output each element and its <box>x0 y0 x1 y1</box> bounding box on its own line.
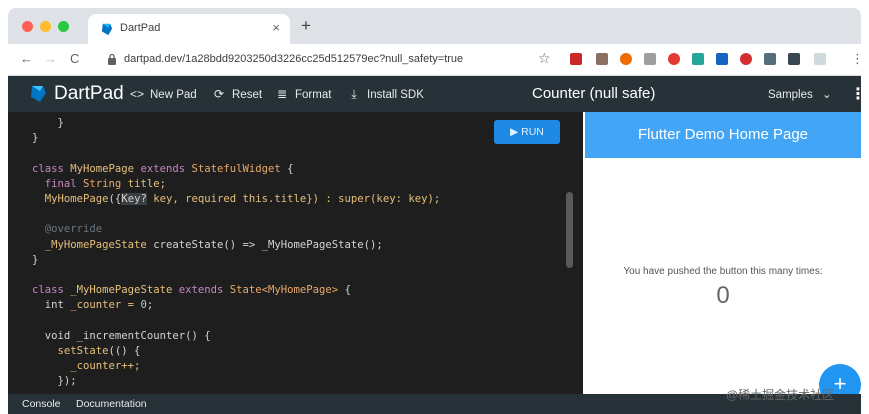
code-token: final <box>32 177 84 190</box>
code-line: _counter++; <box>32 360 141 373</box>
preview-app-bar: Flutter Demo Home Page <box>585 112 861 158</box>
address-bar[interactable]: dartpad.dev/1a28bdd9203250d3226cc25d5125… <box>104 48 534 72</box>
pushed-message: You have pushed the button this many tim… <box>623 266 823 277</box>
browser-menu-icon[interactable]: ⋮ <box>851 51 864 67</box>
code-line: } <box>32 253 39 266</box>
samples-dropdown[interactable]: Samples ⌄ <box>768 87 832 101</box>
code-token: { <box>280 162 294 175</box>
browser-tab-dartpad[interactable]: DartPad × <box>88 14 290 44</box>
code-token: (() { <box>108 345 141 358</box>
reset-label: Reset <box>232 89 263 101</box>
pad-title: Counter (null safe) <box>532 85 656 102</box>
refresh-icon: ⟳ <box>213 87 225 101</box>
extension-pinterest-icon[interactable] <box>740 53 752 65</box>
lock-icon <box>108 54 116 65</box>
forward-button[interactable]: → <box>44 51 57 66</box>
code-token: int <box>32 299 64 312</box>
documentation-tab[interactable]: Documentation <box>76 398 147 410</box>
minimize-window-button[interactable] <box>40 21 51 32</box>
install-sdk-label: Install SDK <box>367 89 424 101</box>
counter-value: 0 <box>716 282 730 309</box>
editor-scrollbar[interactable] <box>566 192 573 268</box>
install-sdk-button[interactable]: ⤓ Install SDK <box>347 87 424 102</box>
code-token: class <box>32 284 71 297</box>
code-token: key, required this.title}) : super(key: … <box>146 193 441 206</box>
dartpad-app-bar: DartPad <> New Pad ⟳ Reset ≣ Format ⤓ Instal… <box>8 76 866 112</box>
code-token: @override <box>32 223 103 236</box>
tab-title: DartPad <box>120 22 161 34</box>
extension-block-icon[interactable] <box>668 53 680 65</box>
code-token: createState() => _MyHomePageState(); <box>146 238 383 251</box>
dartpad-favicon-icon <box>101 23 113 36</box>
bookmark-star-icon[interactable]: ☆ <box>538 50 551 67</box>
close-window-button[interactable] <box>22 21 33 32</box>
extension-profile-icon[interactable] <box>814 53 826 65</box>
extension-reader-icon[interactable] <box>596 53 608 65</box>
code-token: StatefulWidget <box>191 162 281 175</box>
code-token: class <box>32 162 71 175</box>
format-label: Format <box>295 89 332 101</box>
url-text: dartpad.dev/1a28bdd9203250d3226cc25d5125… <box>124 53 464 65</box>
code-token: String <box>83 177 122 190</box>
new-tab-button[interactable]: + <box>301 17 311 34</box>
code-token: _counter = <box>63 299 141 312</box>
reset-button[interactable]: ⟳ Reset <box>212 87 262 101</box>
code-line: } <box>32 132 39 145</box>
dartpad-brand: DartPad <box>54 83 124 104</box>
more-menu-icon[interactable]: ⋮ <box>850 84 866 104</box>
tab-close-icon[interactable]: × <box>272 20 280 35</box>
browser-toolbar: ← → C dartpad.dev/1a28bdd9203250d3226cc2… <box>8 44 864 76</box>
watermark: @稀土掘金技术社区 <box>726 388 835 402</box>
download-icon: ⤓ <box>351 87 357 101</box>
run-button[interactable]: ▶ RUN <box>494 120 560 144</box>
code-icon: <> <box>130 87 145 101</box>
code-token: setState <box>32 345 109 358</box>
code-token: { <box>338 284 351 297</box>
code-line: } <box>32 117 64 129</box>
code-text[interactable]: } } class MyHomePage extends StatefulWid… <box>32 116 440 390</box>
code-token: ({ <box>108 193 122 206</box>
back-button[interactable]: ← <box>20 51 33 66</box>
new-pad-label: New Pad <box>150 89 197 101</box>
extension-heart-icon[interactable] <box>692 53 704 65</box>
code-token: _incrementCounter() { <box>70 329 211 342</box>
code-token: void <box>32 329 71 342</box>
reload-button[interactable]: C <box>70 51 79 66</box>
code-token: _MyHomePageState <box>32 238 147 251</box>
format-button[interactable]: ≣ Format <box>275 87 331 101</box>
code-token: ; <box>146 299 154 312</box>
extension-mail-icon[interactable] <box>570 53 582 65</box>
dartpad-logo-icon <box>31 86 46 102</box>
extension-z-icon[interactable] <box>716 53 728 65</box>
console-tab[interactable]: Console <box>22 398 61 410</box>
flutter-preview: Flutter Demo Home Page You have pushed t… <box>585 112 861 406</box>
maximize-window-button[interactable] <box>58 21 69 32</box>
extension-thumb-icon[interactable] <box>764 53 776 65</box>
preview-title: Flutter Demo Home Page <box>637 126 809 143</box>
extension-orange-icon[interactable] <box>620 53 632 65</box>
code-token: MyHomePage <box>70 162 135 175</box>
samples-label: Samples <box>768 89 813 101</box>
code-token: extends <box>172 284 230 297</box>
code-token: Key? <box>121 193 147 206</box>
code-token: _MyHomePageState <box>70 284 173 297</box>
code-token: title; <box>121 177 166 190</box>
extension-gray-icon[interactable] <box>644 53 656 65</box>
code-token: State<MyHomePage> <box>229 284 339 297</box>
code-token: extends <box>134 162 192 175</box>
code-editor[interactable]: } } class MyHomePage extends StatefulWid… <box>8 112 583 394</box>
format-align-icon: ≣ <box>276 87 288 101</box>
code-token: MyHomePage <box>32 193 109 206</box>
code-line: }); <box>32 375 77 388</box>
browser-tab-strip: DartPad × + <box>8 8 861 44</box>
extension-puzzle-icon[interactable] <box>788 53 800 65</box>
chevron-down-icon: ⌄ <box>821 89 832 101</box>
new-pad-button[interactable]: <> New Pad <box>130 87 197 101</box>
